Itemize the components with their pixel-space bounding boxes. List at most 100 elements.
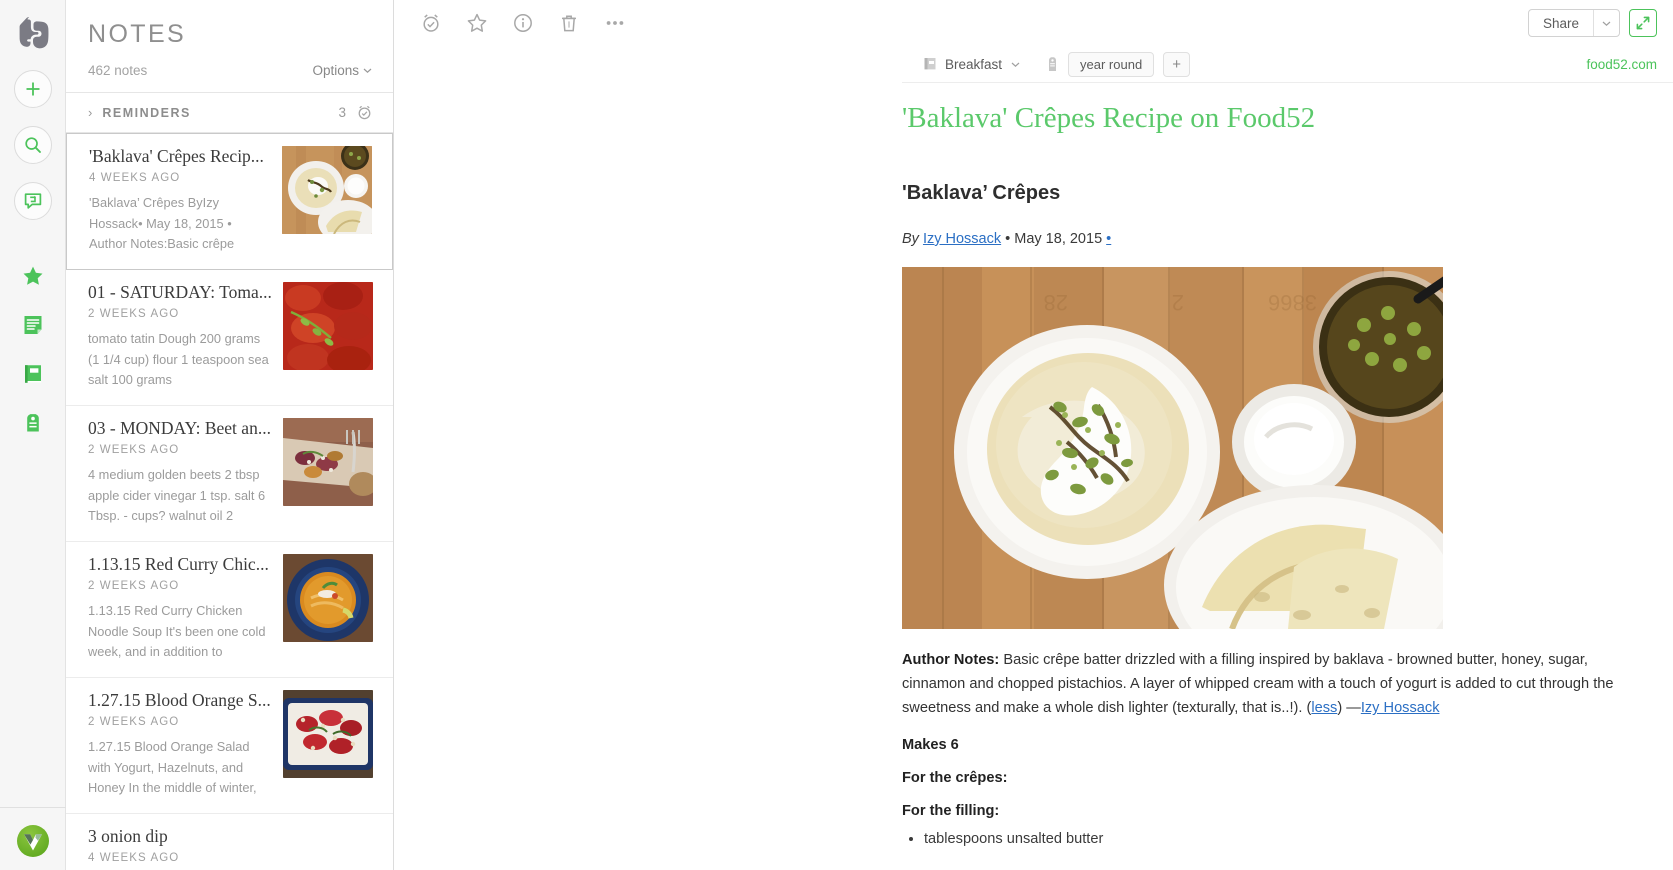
sidebar-item-notes[interactable] <box>19 311 47 339</box>
document-heading: 'Baklava’ Crêpes <box>902 181 1061 204</box>
reminder-icon[interactable] <box>418 10 444 36</box>
options-dropdown[interactable]: Options <box>312 63 373 78</box>
reminders-section-header[interactable]: › REMINDERS 3 <box>66 93 393 133</box>
byline-separator-1: • <box>1005 230 1011 247</box>
note-snippet: 4 medium golden beets 2 tbsp apple cider… <box>88 466 266 524</box>
note-list-subheader: 462 notes Options <box>66 49 393 93</box>
publish-date: May 18, 2015 <box>1014 230 1103 247</box>
less-link[interactable]: less <box>1311 700 1337 716</box>
chevron-down-icon <box>1011 62 1020 67</box>
note-title: 01 - SATURDAY: Toma... <box>88 282 272 303</box>
tag-chip[interactable]: year round <box>1068 51 1155 77</box>
account-badge[interactable] <box>0 824 66 858</box>
search-icon <box>24 137 41 153</box>
new-note-button[interactable] <box>13 70 52 108</box>
chevron-right-icon: › <box>88 105 93 120</box>
note-count: 462 notes <box>88 63 148 78</box>
note-list-panel: NOTES 462 notes Options › REMINDERS 3 'B… <box>66 0 394 870</box>
note-snippet: 1.13.15 Red Curry Chicken Noodle Soup It… <box>88 602 266 660</box>
sidebar-item-notebooks[interactable] <box>19 360 47 388</box>
byline-separator-2-link[interactable]: • <box>1106 231 1111 247</box>
work-chat-button[interactable] <box>13 182 52 220</box>
tag-icon <box>1049 57 1057 71</box>
note-date: 4 WEEKS AGO <box>89 171 181 184</box>
evernote-app-window: NOTES 462 notes Options › REMINDERS 3 'B… <box>0 0 1673 870</box>
add-tag-button[interactable]: + <box>1163 51 1191 77</box>
plus-icon <box>26 82 39 96</box>
evernote-elephant-icon <box>13 12 53 52</box>
list-item[interactable]: 'Baklava' Crêpes Recip... 4 WEEKS AGO 'B… <box>66 133 393 271</box>
notebook-icon <box>924 57 936 71</box>
hero-image: 28 2 3866 <box>902 266 1443 629</box>
star-icon[interactable] <box>464 10 490 36</box>
share-button-group: Share <box>1527 9 1620 37</box>
makes-line: Makes 6 <box>902 737 959 754</box>
author-link[interactable]: Izy Hossack <box>923 231 1001 247</box>
note-title: 3 onion dip <box>88 826 168 847</box>
note-thumbnail <box>283 282 373 371</box>
list-item[interactable]: 01 - SATURDAY: Toma... 2 WEEKS AGO tomat… <box>66 270 393 407</box>
notebook-selector[interactable]: Breakfast <box>923 57 1021 72</box>
note-list-scroll[interactable]: 'Baklava' Crêpes Recip... 4 WEEKS AGO 'B… <box>66 133 393 870</box>
options-label: Options <box>312 63 359 78</box>
list-item: tablespoons unsalted butter <box>924 827 1653 852</box>
note-snippet: 'Baklava’ Crêpes ByIzy Hossack• May 18, … <box>89 194 235 252</box>
note-metadata-bar: Breakfast year round + food52.com <box>394 46 1673 82</box>
document-title: 'Baklava' Crêpes Recipe on Food52 <box>902 102 1316 134</box>
document-byline: By Izy Hossack • May 18, 2015 • <box>902 231 1653 247</box>
author-notes-body: Basic crêpe batter drizzled with a filli… <box>902 651 1614 717</box>
note-title: 1.27.15 Blood Orange S... <box>88 690 271 711</box>
page-title: NOTES <box>88 20 187 48</box>
note-date: 4 WEEKS AGO <box>88 852 180 865</box>
sidebar-item-tags[interactable] <box>19 409 47 437</box>
note-thumbnail <box>282 146 372 234</box>
author-notes-paragraph: Author Notes: Basic crêpe batter drizzle… <box>902 648 1653 721</box>
chevron-down-icon <box>363 68 372 74</box>
note-date: 2 WEEKS AGO <box>88 307 180 320</box>
sidebar-item-shortcuts[interactable] <box>19 262 47 290</box>
note-title: 03 - MONDAY: Beet an... <box>88 418 271 439</box>
note-icon <box>24 316 41 334</box>
section-filling-heading: For the filling: <box>902 803 1000 820</box>
author-notes-tail: ) — <box>1337 700 1361 717</box>
search-button[interactable] <box>13 126 52 164</box>
share-button[interactable]: Share <box>1529 10 1593 36</box>
share-dropdown-button[interactable] <box>1593 10 1619 36</box>
note-editor-panel: Share Breakfast year round + food52.com … <box>394 0 1673 870</box>
note-thumbnail <box>283 690 373 779</box>
note-divider <box>902 82 1673 83</box>
svg-text:28: 28 <box>1044 290 1068 315</box>
rail-divider <box>0 807 66 808</box>
expand-note-button[interactable] <box>1629 9 1657 37</box>
tag-area: year round + <box>1046 51 1191 77</box>
alarm-clock-icon[interactable] <box>356 104 373 121</box>
note-toolbar: Share <box>394 0 1673 46</box>
tag-icon <box>26 414 39 432</box>
rail-nav <box>19 262 47 437</box>
svg-text:2: 2 <box>1172 290 1184 315</box>
v-badge-icon <box>17 825 49 857</box>
notebook-name: Breakfast <box>945 56 1003 72</box>
list-item[interactable]: 1.27.15 Blood Orange S... 2 WEEKS AGO 1.… <box>66 678 393 815</box>
notebook-icon <box>24 365 41 383</box>
star-icon <box>23 266 42 285</box>
section-crepes-heading: For the crêpes: <box>902 770 1008 787</box>
info-icon[interactable] <box>510 10 536 36</box>
note-date: 2 WEEKS AGO <box>88 443 180 456</box>
note-title: 'Baklava' Crêpes Recip... <box>89 146 264 166</box>
svg-text:3866: 3866 <box>1268 290 1317 315</box>
list-item[interactable]: 03 - MONDAY: Beet an... 2 WEEKS AGO 4 me… <box>66 406 393 543</box>
chevron-down-icon <box>1602 21 1611 26</box>
list-item[interactable]: 1.13.15 Red Curry Chic... 2 WEEKS AGO 1.… <box>66 542 393 679</box>
source-url-link[interactable]: food52.com <box>1586 57 1657 72</box>
byline-prefix: By <box>902 230 919 247</box>
note-thumbnail <box>283 418 373 507</box>
author-notes-label: Author Notes: <box>902 651 1000 668</box>
list-item[interactable]: 3 onion dip 4 WEEKS AGO Ba September pg … <box>66 814 393 870</box>
author-notes-signature-link[interactable]: Izy Hossack <box>1361 700 1440 716</box>
expand-arrows-icon <box>1636 16 1650 30</box>
more-icon[interactable] <box>602 10 628 36</box>
note-snippet: 1.27.15 Blood Orange Salad with Yogurt, … <box>88 739 257 796</box>
document-body[interactable]: 'Baklava’ Crêpes By Izy Hossack • May 18… <box>902 182 1673 852</box>
trash-icon[interactable] <box>556 10 582 36</box>
